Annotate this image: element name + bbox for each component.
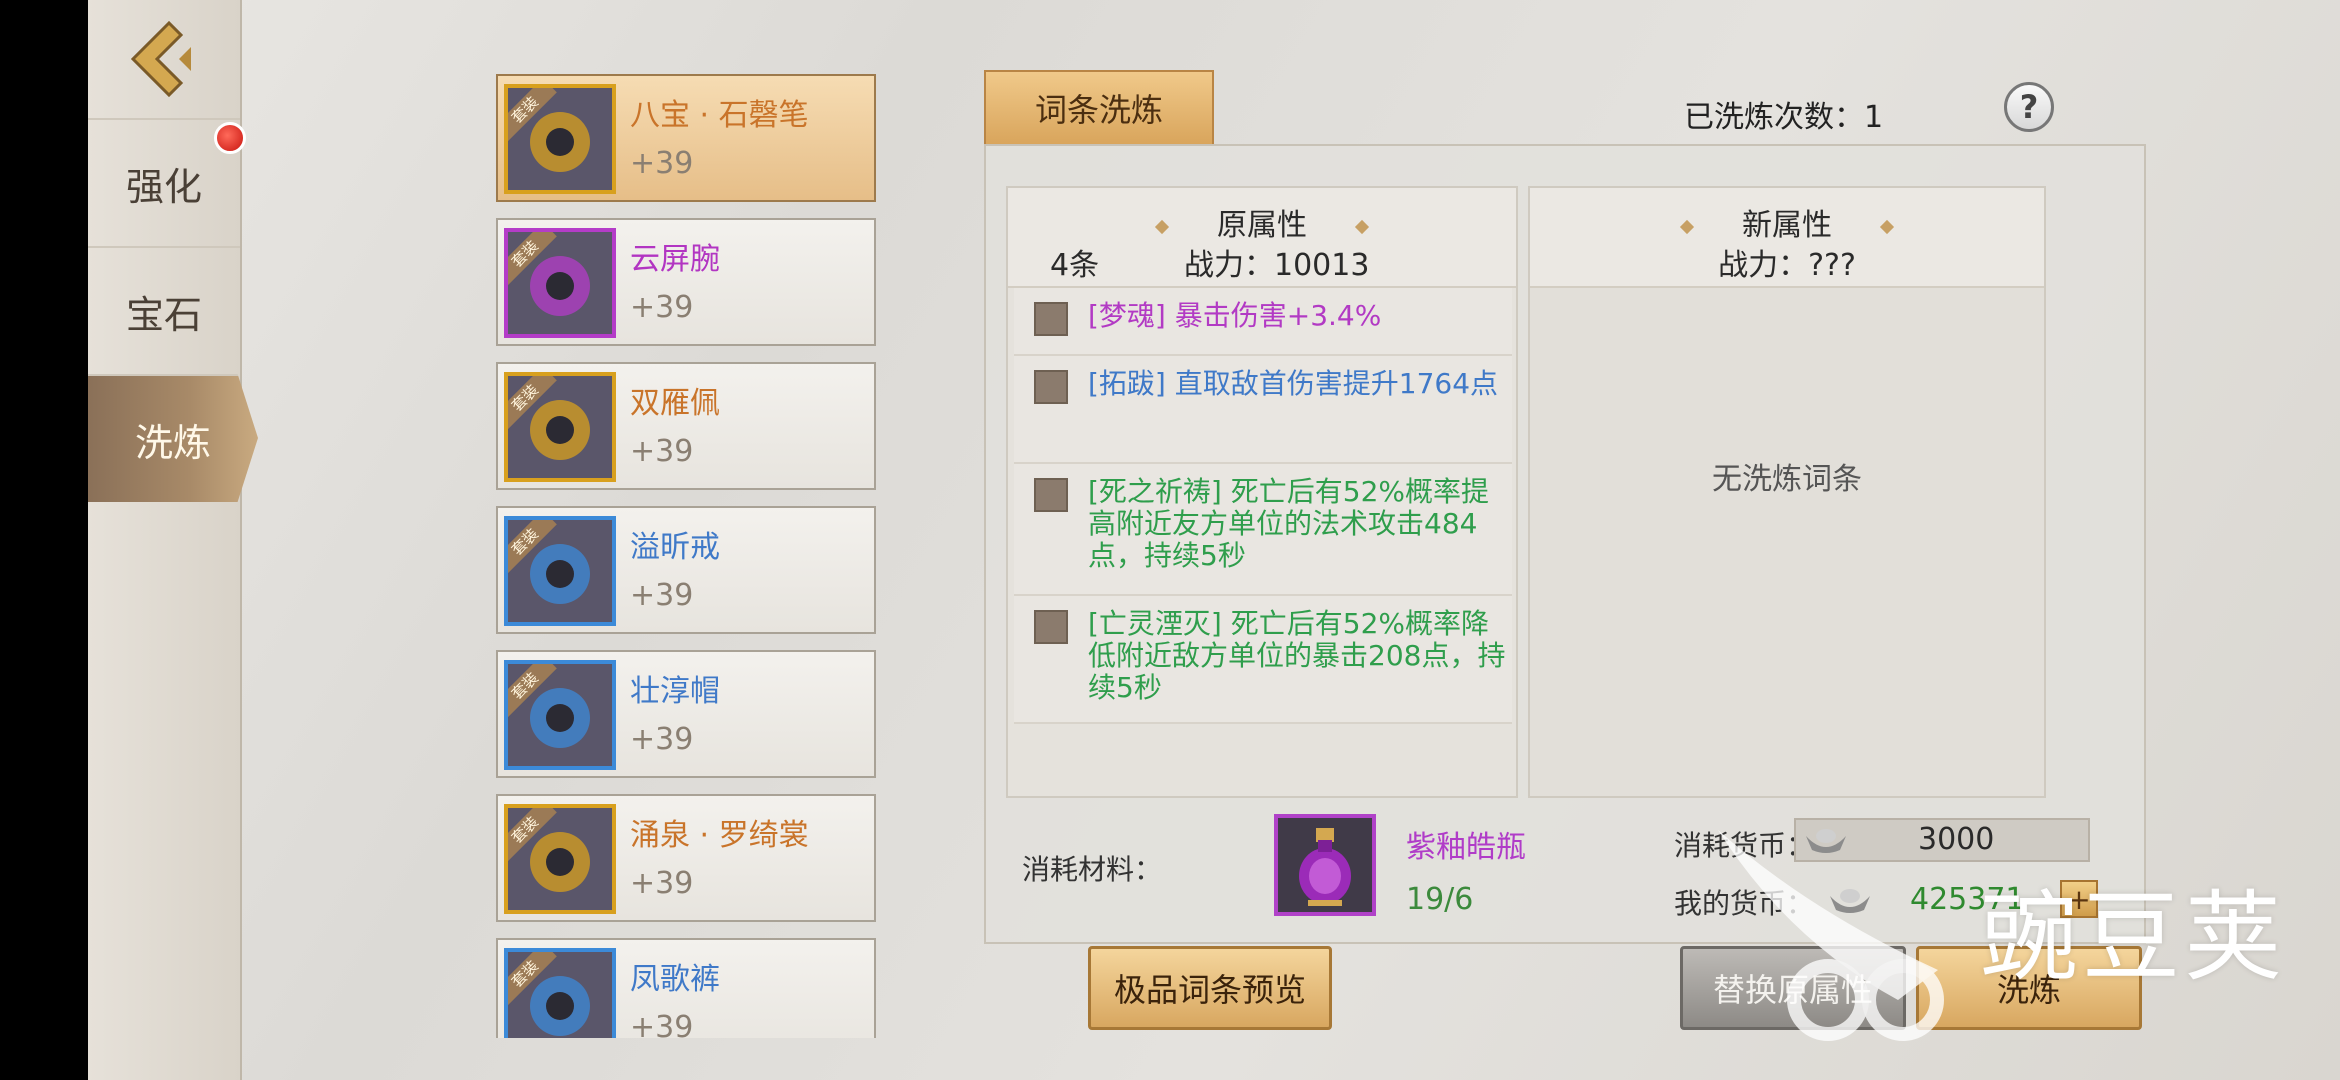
original-title: 原属性: [1217, 208, 1307, 243]
attr-text: [亡灵湮灭] 死亡后有52%概率降低附近敌方单位的暴击208点，持续5秒: [1088, 607, 1506, 704]
new-attributes: 新属性 战力：??? 无洗炼词条: [1528, 186, 2046, 798]
equipment-item[interactable]: 套装 双雁佩 +39: [496, 362, 876, 490]
tab-refine[interactable]: 洗炼: [88, 374, 258, 502]
attr-row: [亡灵湮灭] 死亡后有52%概率降低附近敌方单位的暴击208点，持续5秒: [1014, 596, 1512, 724]
equipment-name: 双雁佩: [630, 386, 720, 421]
help-button[interactable]: ?: [2004, 82, 2054, 132]
replace-button-label: 替换原属性: [1712, 971, 1873, 1009]
equipment-level: +39: [630, 578, 694, 613]
lock-checkbox[interactable]: [1034, 478, 1068, 512]
equipment-name: 凤歌裤: [630, 962, 720, 997]
notification-badge: [214, 122, 246, 154]
tab-enhance-label: 强化: [125, 164, 202, 209]
material-item[interactable]: [1274, 814, 1376, 916]
equipment-level: +39: [630, 866, 694, 901]
new-title-row: 新属性: [1530, 200, 2044, 244]
lock-checkbox[interactable]: [1034, 370, 1068, 404]
diamond-icon: [1354, 219, 1370, 234]
my-currency-label: 我的货币：: [1674, 887, 1815, 920]
silver-ingot-icon: [1806, 829, 1846, 853]
material-label: 消耗材料：: [1022, 853, 1163, 886]
new-header: 新属性 战力：???: [1530, 188, 2044, 288]
lock-checkbox[interactable]: [1034, 302, 1068, 336]
left-nav: 强化 宝石 洗炼: [88, 0, 258, 1080]
equipment-icon: 套装: [504, 516, 616, 626]
equipment-icon: 套装: [504, 84, 616, 194]
lock-checkbox[interactable]: [1034, 610, 1068, 644]
equipment-name: 云屏腕: [630, 242, 720, 277]
replace-attributes-button[interactable]: 替换原属性: [1680, 946, 1906, 1030]
attr-row: [梦魂] 暴击伤害+3.4%: [1014, 288, 1512, 356]
equipment-level: +39: [630, 290, 694, 325]
equipment-item[interactable]: 套装 涌泉 · 罗绮裳 +39: [496, 794, 876, 922]
currency-cost-value: 3000: [1918, 822, 1995, 857]
equipment-item[interactable]: 套装 壮淳帽 +39: [496, 650, 876, 778]
tab-affix-refine[interactable]: 词条洗炼: [984, 70, 1214, 144]
new-power: 战力：???: [1718, 248, 1856, 283]
diamond-icon: [1154, 219, 1170, 234]
equipment-level: +39: [630, 1010, 694, 1038]
currency-cost-label: 消耗货币：: [1674, 829, 1815, 862]
question-icon: ?: [2019, 88, 2039, 126]
preview-button-label: 极品词条预览: [1113, 971, 1306, 1009]
equipment-list[interactable]: 套装 八宝 · 石磬笔 +39 套装 云屏腕 +39 套装 双雁佩 +39 套装 溢昕戒 +39 套装壮…: [496, 74, 880, 1038]
attr-text: [拓跋] 直取敌首伤害提升1764点: [1088, 367, 1499, 400]
equipment-name: 溢昕戒: [630, 530, 720, 565]
premium-affix-preview-button[interactable]: 极品词条预览: [1088, 946, 1332, 1030]
original-count: 4条: [1050, 248, 1100, 283]
equipment-item[interactable]: 套装 凤歌裤 +39: [496, 938, 876, 1038]
original-title-row: 原属性: [1008, 200, 1516, 244]
attr-row: [死之祈祷] 死亡后有52%概率提高附近友方单位的法术攻击484点，持续5秒: [1014, 464, 1512, 596]
attr-text: [梦魂] 暴击伤害+3.4%: [1088, 299, 1382, 332]
material-count: 19/6: [1406, 882, 1474, 917]
equipment-item[interactable]: 套装 溢昕戒 +39: [496, 506, 876, 634]
watermark-text: 豌豆荚: [1980, 881, 2287, 995]
tab-refine-label: 洗炼: [134, 420, 211, 465]
new-title: 新属性: [1742, 208, 1832, 243]
refine-count: 已洗炼次数：1: [1684, 100, 1884, 135]
tab-gem-label: 宝石: [125, 292, 202, 337]
tab-gem[interactable]: 宝石: [88, 246, 240, 374]
equipment-name: 壮淳帽: [630, 674, 720, 709]
equipment-icon: 套装: [504, 804, 616, 914]
silver-ingot-icon: [1830, 889, 1870, 913]
purple-vase-icon: [1299, 828, 1351, 906]
original-attributes: 原属性 4条 战力：10013 [梦魂] 暴击伤害+3.4% [拓跋] 直取敌首…: [1006, 186, 1518, 798]
equipment-level: +39: [630, 434, 694, 469]
equipment-item[interactable]: 套装 云屏腕 +39: [496, 218, 876, 346]
attr-text: [死之祈祷] 死亡后有52%概率提高附近友方单位的法术攻击484点，持续5秒: [1088, 475, 1489, 572]
equipment-name: 八宝 · 石磬笔: [630, 98, 809, 133]
equipment-icon: 套装: [504, 228, 616, 338]
attr-row: [拓跋] 直取敌首伤害提升1764点: [1014, 356, 1512, 464]
original-power: 战力：10013: [1184, 248, 1370, 283]
equipment-icon: 套装: [504, 948, 616, 1038]
diamond-icon: [1879, 219, 1895, 234]
original-header: 原属性 4条 战力：10013: [1008, 188, 1516, 288]
back-arrow-icon: [130, 20, 191, 98]
tab-affix-refine-label: 词条洗炼: [1034, 91, 1163, 129]
equipment-icon: 套装: [504, 372, 616, 482]
diamond-icon: [1679, 219, 1695, 234]
equipment-item[interactable]: 套装 八宝 · 石磬笔 +39: [496, 74, 876, 202]
material-name: 紫釉皓瓶: [1406, 830, 1526, 865]
game-screen: 强化 宝石 洗炼 套装 八宝 · 石磬笔 +39 套装 云屏腕 +39 套装 双雁佩 +39 套装…: [88, 0, 2340, 1080]
equipment-level: +39: [630, 722, 694, 757]
equipment-level: +39: [630, 146, 694, 181]
back-button[interactable]: [88, 0, 240, 118]
equipment-icon: 套装: [504, 660, 616, 770]
equipment-name: 涌泉 · 罗绮裳: [630, 818, 809, 853]
empty-message: 无洗炼词条: [1712, 462, 1862, 497]
